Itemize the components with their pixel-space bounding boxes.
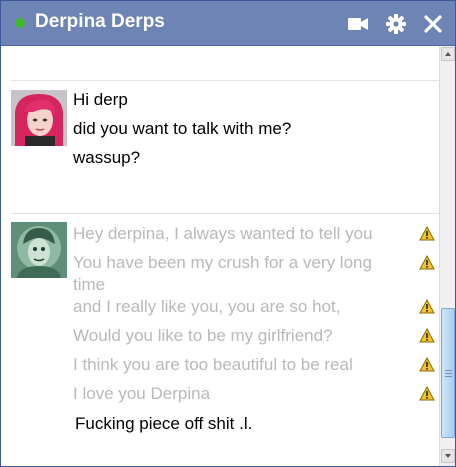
scroll-thumb[interactable] bbox=[441, 308, 455, 438]
scroll-down-button[interactable] bbox=[441, 449, 455, 463]
pending-message: I think you are too beautiful to be real bbox=[73, 355, 353, 374]
warning-icon[interactable] bbox=[419, 298, 435, 314]
scroll-grip bbox=[445, 373, 452, 374]
pending-message: time bbox=[73, 275, 106, 294]
gear-icon[interactable] bbox=[385, 13, 407, 35]
pending-message: Would you like to be my girlfriend? bbox=[73, 326, 333, 345]
chat-titlebar[interactable]: Derpina Derps bbox=[1, 1, 455, 46]
warning-icon[interactable] bbox=[419, 385, 435, 401]
sent-message: Fucking piece off shit .l. bbox=[75, 414, 253, 433]
incoming-message: did you want to talk with me? bbox=[73, 119, 292, 138]
video-camera-icon[interactable] bbox=[347, 13, 369, 35]
pending-message: I love you Derpina bbox=[73, 384, 211, 403]
incoming-message: wassup? bbox=[73, 148, 141, 167]
warning-icon[interactable] bbox=[419, 225, 435, 241]
scrollbar[interactable] bbox=[439, 46, 455, 466]
pink-hair-avatar[interactable] bbox=[11, 90, 67, 146]
online-status-dot bbox=[15, 18, 25, 28]
pending-message: Hey derpina, I always wanted to tell you bbox=[73, 224, 373, 243]
pending-message: and I really like you, you are so hot, bbox=[73, 297, 341, 316]
close-icon[interactable] bbox=[422, 13, 444, 35]
chat-window: Derpina Derps Hi derp did you want to ta… bbox=[0, 0, 456, 467]
derp-avatar[interactable] bbox=[11, 222, 67, 278]
message-list[interactable]: Hi derp did you want to talk with me? wa… bbox=[1, 46, 439, 466]
message-divider bbox=[11, 213, 439, 214]
scroll-grip bbox=[445, 370, 452, 371]
scroll-up-button[interactable] bbox=[441, 47, 455, 61]
warning-icon[interactable] bbox=[419, 356, 435, 372]
warning-icon[interactable] bbox=[419, 254, 435, 270]
pending-message: You have been my crush for a very long bbox=[73, 253, 372, 272]
message-divider bbox=[11, 80, 439, 81]
scroll-grip bbox=[445, 376, 452, 377]
contact-name[interactable]: Derpina Derps bbox=[35, 11, 165, 33]
incoming-message: Hi derp bbox=[73, 90, 128, 109]
warning-icon[interactable] bbox=[419, 327, 435, 343]
